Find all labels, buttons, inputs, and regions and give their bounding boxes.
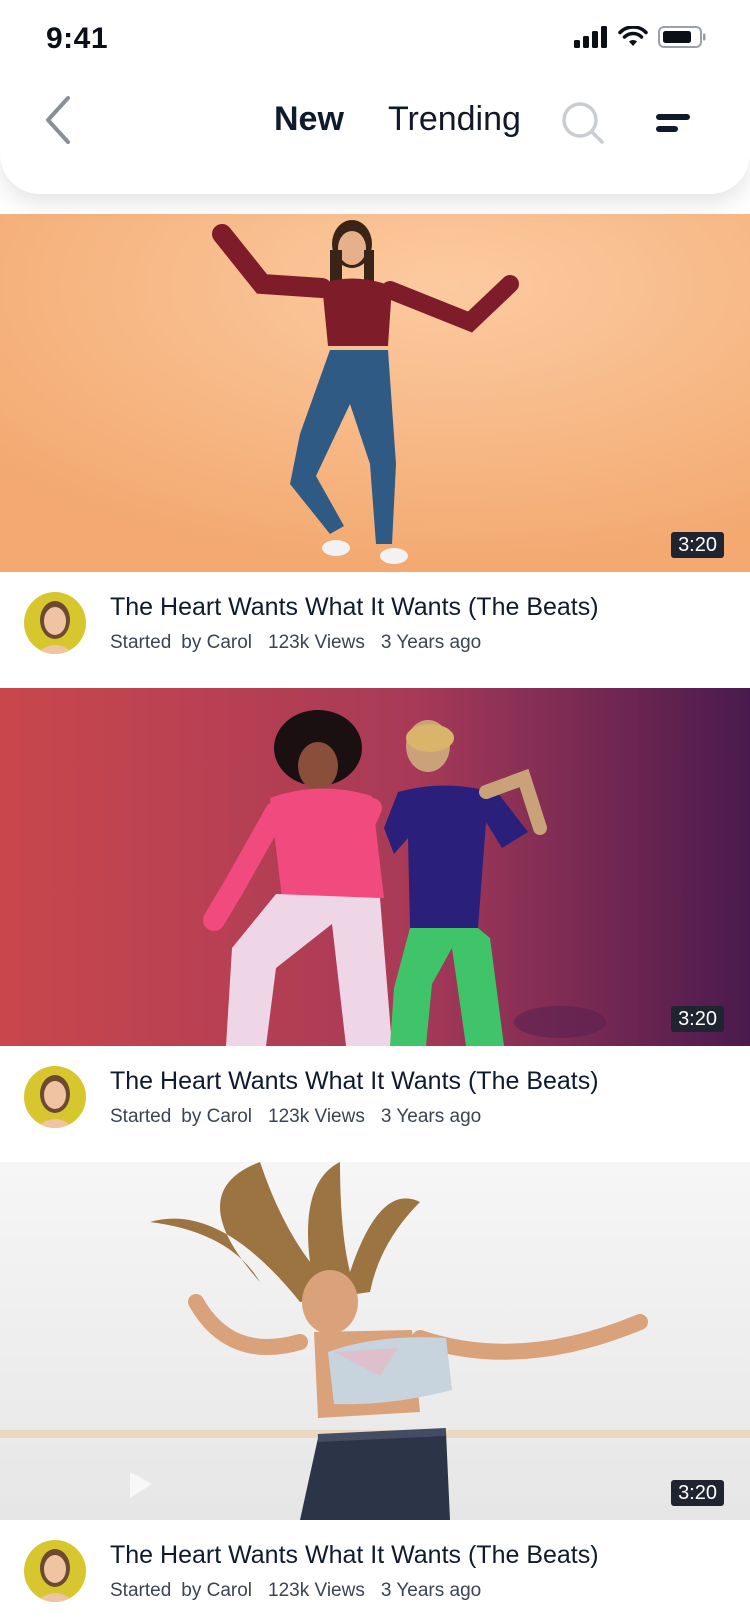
- video-feed: 3:20 The Heart Wants What It Wants (The …: [0, 214, 750, 1624]
- video-status: Started: [110, 1106, 172, 1127]
- search-button[interactable]: [560, 100, 606, 146]
- back-button[interactable]: [40, 94, 76, 146]
- video-info: The Heart Wants What It Wants (The Beats…: [0, 572, 750, 688]
- status-time: 9:41: [46, 22, 109, 55]
- video-card[interactable]: 3:20 The Heart Wants What It Wants (The …: [0, 1162, 750, 1624]
- video-author[interactable]: by Carol: [181, 1104, 252, 1130]
- video-card[interactable]: 3:20 The Heart Wants What It Wants (The …: [0, 214, 750, 688]
- app-header: 9:41 New Trending: [0, 0, 750, 194]
- video-thumbnail[interactable]: 3:20: [0, 688, 750, 1046]
- video-status: Started: [110, 1580, 172, 1601]
- creator-avatar-image: [24, 1540, 86, 1602]
- status-icons: [574, 24, 706, 50]
- video-title[interactable]: The Heart Wants What It Wants (The Beats…: [110, 1538, 599, 1572]
- video-views: 123k Views: [268, 1580, 365, 1601]
- video-author[interactable]: by Carol: [181, 630, 252, 656]
- video-age: 3 Years ago: [380, 1580, 482, 1601]
- video-age: 3 Years ago: [380, 1106, 482, 1127]
- creator-avatar-image: [24, 1066, 86, 1128]
- dancers-duo-thumbnail-image: [0, 688, 750, 1046]
- video-views: 123k Views: [268, 632, 365, 653]
- avatar[interactable]: [24, 1066, 86, 1128]
- video-feed-screen: 9:41 New Trending 3:20 The Heart Wants W…: [0, 0, 750, 1624]
- battery-icon: [658, 26, 706, 48]
- video-meta: Started by Carol 123k Views 3 Years ago: [110, 630, 481, 656]
- creator-avatar-image: [24, 592, 86, 654]
- video-author[interactable]: by Carol: [181, 1578, 252, 1604]
- video-duration-badge: 3:20: [671, 1480, 724, 1506]
- video-thumbnail[interactable]: 3:20: [0, 1162, 750, 1520]
- video-info: The Heart Wants What It Wants (The Beats…: [0, 1046, 750, 1162]
- video-thumbnail[interactable]: 3:20: [0, 214, 750, 572]
- search-icon: [562, 102, 604, 144]
- video-card[interactable]: 3:20 The Heart Wants What It Wants (The …: [0, 688, 750, 1162]
- tab-new[interactable]: New: [274, 96, 344, 142]
- signal-icon: [574, 26, 607, 48]
- video-status: Started: [110, 632, 172, 653]
- tab-trending[interactable]: Trending: [388, 96, 521, 142]
- video-meta: Started by Carol 123k Views 3 Years ago: [110, 1104, 481, 1130]
- video-duration-badge: 3:20: [671, 1006, 724, 1032]
- dancer-orange-thumbnail-image: [0, 214, 750, 572]
- video-meta: Started by Carol 123k Views 3 Years ago: [110, 1578, 481, 1604]
- menu-button[interactable]: [654, 112, 694, 136]
- dancer-white-room-thumbnail-image: [0, 1162, 750, 1520]
- wifi-icon: [618, 26, 648, 46]
- chevron-left-icon: [46, 96, 70, 144]
- avatar[interactable]: [24, 1540, 86, 1602]
- video-age: 3 Years ago: [380, 632, 482, 653]
- avatar[interactable]: [24, 592, 86, 654]
- video-views: 123k Views: [268, 1106, 365, 1127]
- video-title[interactable]: The Heart Wants What It Wants (The Beats…: [110, 1064, 599, 1098]
- video-duration-badge: 3:20: [671, 532, 724, 558]
- video-info: The Heart Wants What It Wants (The Beats…: [0, 1520, 750, 1624]
- video-title[interactable]: The Heart Wants What It Wants (The Beats…: [110, 590, 599, 624]
- menu-icon: [656, 114, 690, 132]
